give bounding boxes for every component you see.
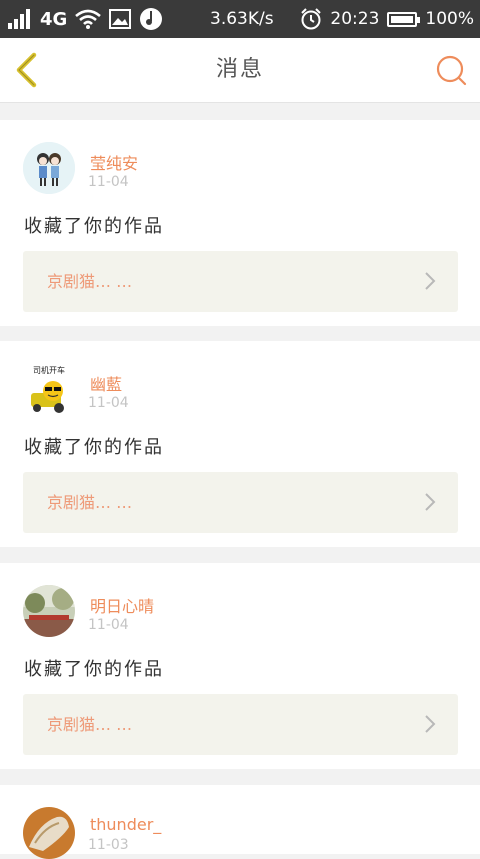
battery-percent: 100% [425,9,474,29]
search-icon [436,55,467,86]
message-date: 11-03 [88,837,129,853]
status-bar: 4G 3.63K/s 20:23 100% [0,0,480,38]
work-title: 京剧猫… … [47,272,133,291]
wifi-icon [75,9,102,29]
battery-level-fill [391,15,414,23]
music-notification-icon [140,8,163,30]
user-avatar[interactable] [23,142,75,194]
shoes-photo-avatar-icon [23,807,75,859]
work-link[interactable]: 京剧猫… … [23,251,458,312]
status-bar-left: 4G [8,0,163,38]
signal-icon [8,9,30,29]
user-avatar[interactable] [23,807,75,859]
sunglasses-emoji-car-avatar-icon: 司机开车 [23,363,75,415]
message-action: 收藏了你的作品 [24,216,164,237]
message-action: 收藏了你的作品 [24,659,164,680]
message-card: thunder_ 11-03 [0,785,480,859]
chevron-right-icon [425,493,436,511]
message-card: 司机开车 幽藍 11-04 收藏了你的作品 京剧猫… … [0,341,480,547]
username[interactable]: 幽藍 [90,371,122,395]
alarm-clock-icon [301,8,322,30]
top-app-bar: 消息 [0,38,480,103]
search-button[interactable] [434,52,470,88]
status-bar-right: 20:23 100% [300,0,474,38]
work-link[interactable]: 京剧猫… … [23,472,458,533]
username[interactable]: 明日心晴 [90,593,154,617]
message-date: 11-04 [88,174,129,190]
network-type: 4G [40,8,68,30]
message-date: 11-04 [88,395,129,411]
battery-icon [387,11,421,27]
chevron-right-icon [425,715,436,733]
user-avatar[interactable]: 司机开车 [23,363,75,415]
network-speed: 3.63K/s [210,9,274,29]
message-card: 莹纯安 11-04 收藏了你的作品 京剧猫… … [0,120,480,326]
message-date: 11-04 [88,617,129,633]
user-avatar[interactable] [23,585,75,637]
username[interactable]: 莹纯安 [90,150,138,174]
work-title: 京剧猫… … [47,715,133,734]
username[interactable]: thunder_ [90,815,161,834]
chevron-right-icon [425,272,436,290]
avatar-caption: 司机开车 [33,365,65,375]
image-notification-icon [109,9,132,29]
message-action: 收藏了你的作品 [24,437,164,458]
scenery-photo-avatar-icon [23,585,75,637]
work-title: 京剧猫… … [47,493,133,512]
message-card: 明日心晴 11-04 收藏了你的作品 京剧猫… … [0,563,480,769]
work-link[interactable]: 京剧猫… … [23,694,458,755]
clock-time: 20:23 [330,9,380,29]
page-title: 消息 [215,57,264,82]
couple-cartoon-avatar-icon [23,142,75,194]
